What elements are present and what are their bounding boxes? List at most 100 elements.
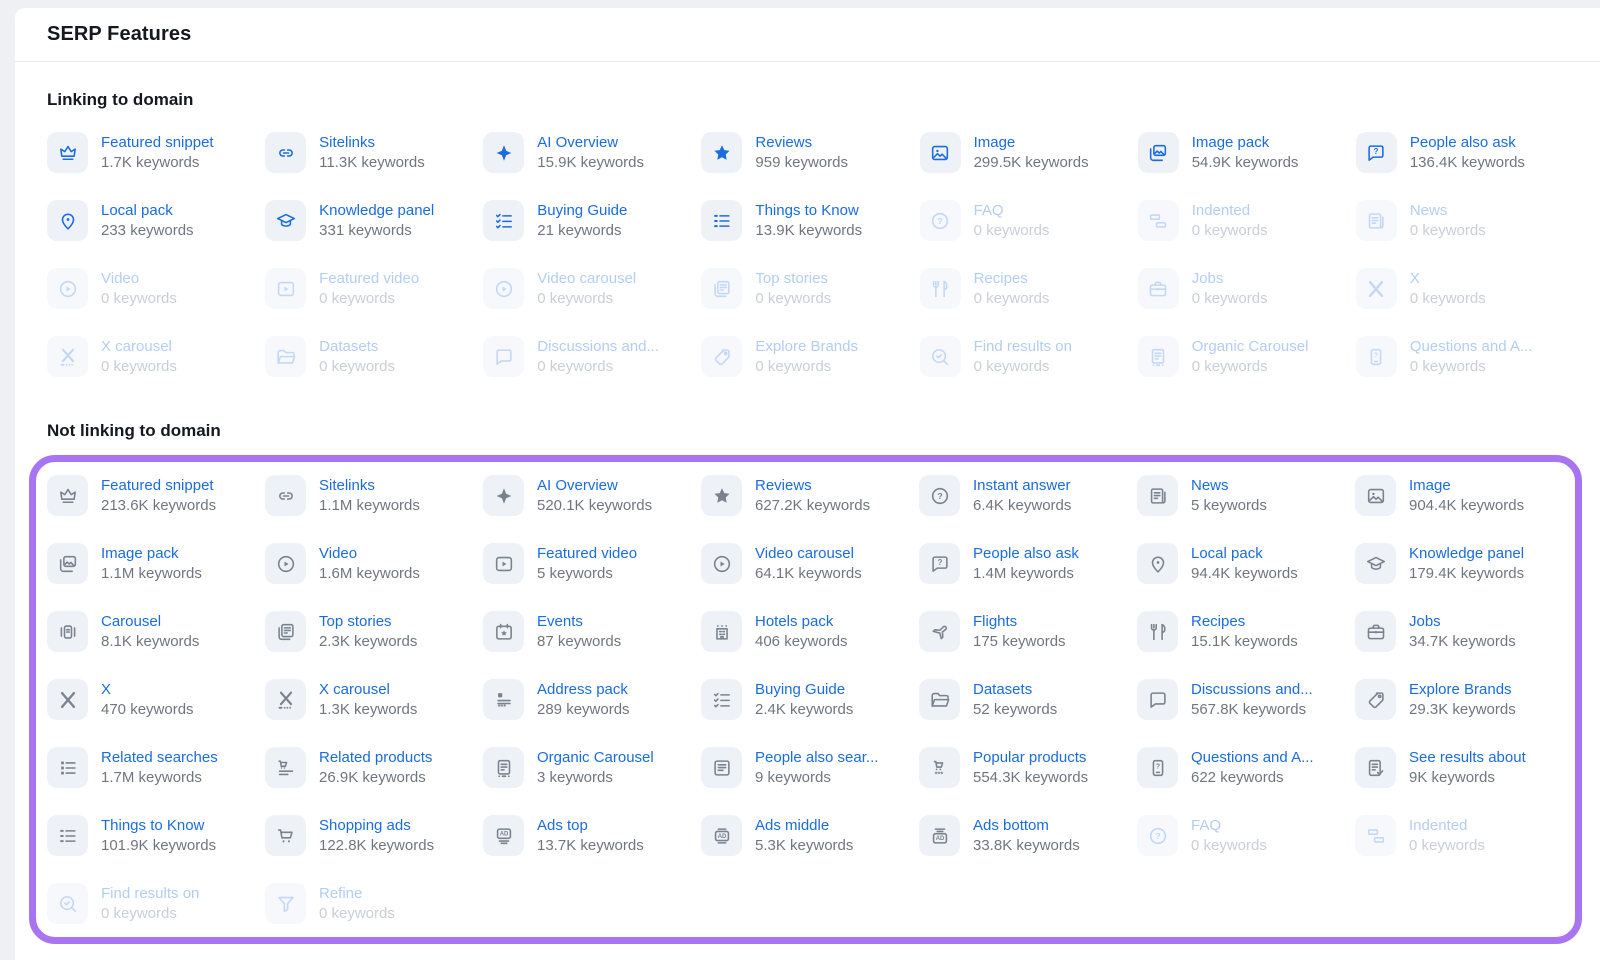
- feature-link[interactable]: Video: [319, 545, 420, 563]
- feature-link[interactable]: Ads bottom: [973, 817, 1080, 835]
- feature-link[interactable]: Carousel: [101, 613, 199, 631]
- feature-link[interactable]: Related searches: [101, 749, 218, 767]
- feature-link[interactable]: Featured video: [537, 545, 637, 563]
- feature-link[interactable]: Popular products: [973, 749, 1088, 767]
- star-icon: [701, 475, 742, 516]
- feature-count: 1.6M keywords: [319, 565, 420, 583]
- feature-count: 34.7K keywords: [1409, 633, 1516, 651]
- link-icon: [265, 132, 306, 173]
- feature-link[interactable]: AI Overview: [537, 134, 644, 152]
- feature-link[interactable]: X: [101, 681, 194, 699]
- cart-list-icon: [265, 747, 306, 788]
- feature-link[interactable]: Knowledge panel: [319, 202, 434, 220]
- feature-link[interactable]: Things to Know: [755, 202, 862, 220]
- feature-text: Recipes15.1K keywords: [1191, 613, 1298, 651]
- feature-link[interactable]: Image pack: [101, 545, 202, 563]
- feature-count: 13.9K keywords: [755, 222, 862, 240]
- plane-icon: [919, 611, 960, 652]
- feature-link[interactable]: Events: [537, 613, 621, 631]
- feature-text: Ads bottom33.8K keywords: [973, 817, 1080, 855]
- x-carousel-icon: [47, 336, 88, 377]
- feature-count: 136.4K keywords: [1410, 154, 1525, 172]
- svg-text:?: ?: [1155, 763, 1159, 770]
- feature-link[interactable]: Featured snippet: [101, 134, 214, 152]
- feature-text: Address pack 289 keywords: [537, 681, 630, 719]
- page-icon: [701, 747, 742, 788]
- svg-text:***: ***: [497, 701, 506, 710]
- page-title: SERP Features: [47, 23, 191, 46]
- feature-related-products: Related products26.9K keywords: [265, 747, 477, 788]
- feature-link[interactable]: Image: [1409, 477, 1524, 495]
- feature-link[interactable]: Ads middle: [755, 817, 853, 835]
- feature-link[interactable]: Recipes: [1191, 613, 1298, 631]
- feature-link[interactable]: Organic Carousel: [537, 749, 654, 767]
- feature-link[interactable]: AI Overview: [537, 477, 652, 495]
- feature-link[interactable]: Instant answer: [973, 477, 1071, 495]
- feature-link[interactable]: Buying Guide: [537, 202, 627, 220]
- feature-link[interactable]: Address pack: [537, 681, 630, 699]
- feature-link: Video: [101, 270, 177, 288]
- feature-link[interactable]: Buying Guide: [755, 681, 853, 699]
- feature-link[interactable]: Knowledge panel: [1409, 545, 1524, 563]
- feature-text: Ads top13.7K keywords: [537, 817, 644, 855]
- feature-ads-bottom: ADAds bottom33.8K keywords: [919, 815, 1131, 856]
- feature-text: Buying Guide21 keywords: [537, 202, 627, 240]
- ai-sparkle-icon: [483, 475, 524, 516]
- feature-text: News0 keywords: [1410, 202, 1486, 240]
- feature-link[interactable]: Related products: [319, 749, 432, 767]
- feature-link[interactable]: Hotels pack: [755, 613, 848, 631]
- feature-link[interactable]: Discussions and...: [1191, 681, 1313, 699]
- feature-link[interactable]: Local pack: [1191, 545, 1298, 563]
- feature-link[interactable]: Sitelinks: [319, 477, 420, 495]
- feature-link[interactable]: News: [1191, 477, 1267, 495]
- feature-address-pack: *** Address pack 289 keywords: [483, 679, 695, 720]
- feature-link[interactable]: Explore Brands: [1409, 681, 1516, 699]
- feature-link[interactable]: People also sear...: [755, 749, 878, 767]
- feature-count: 9 keywords: [755, 769, 878, 787]
- feature-link[interactable]: People also ask: [1410, 134, 1525, 152]
- feature-text: AI Overview520.1K keywords: [537, 477, 652, 515]
- feature-link: Find results on: [974, 338, 1072, 356]
- feature-link[interactable]: Things to Know: [101, 817, 216, 835]
- cart-icon: [265, 815, 306, 856]
- feature-count: 0 keywords: [319, 905, 395, 923]
- svg-text:?: ?: [937, 215, 942, 225]
- feature-link[interactable]: People also ask: [973, 545, 1079, 563]
- question-circle-icon: ?: [919, 475, 960, 516]
- bullet-list-icon: [47, 815, 88, 856]
- feature-count: 0 keywords: [101, 358, 177, 376]
- feature-link[interactable]: See results about: [1409, 749, 1526, 767]
- feature-link[interactable]: Shopping ads: [319, 817, 434, 835]
- feature-text: Find results on0 keywords: [101, 885, 199, 923]
- feature-link[interactable]: Video carousel: [755, 545, 862, 563]
- feature-link[interactable]: Image pack: [1192, 134, 1299, 152]
- feature-link[interactable]: Reviews: [755, 477, 870, 495]
- feature-count: 87 keywords: [537, 633, 621, 651]
- feature-text: X470 keywords: [101, 681, 194, 719]
- feature-count: 2.3K keywords: [319, 633, 417, 651]
- feature-link[interactable]: X carousel: [319, 681, 417, 699]
- feature-count: 289 keywords: [537, 701, 630, 719]
- feature-link: Recipes: [974, 270, 1050, 288]
- question-bubble-icon: ?: [1356, 132, 1397, 173]
- feature-link[interactable]: Questions and A...: [1191, 749, 1314, 767]
- feature-text: Related products26.9K keywords: [319, 749, 432, 787]
- feature-link[interactable]: Featured snippet: [101, 477, 216, 495]
- feature-text: News5 keywords: [1191, 477, 1267, 515]
- feature-text: Jobs 34.7K keywords: [1409, 613, 1516, 651]
- feature-count: 0 keywords: [537, 358, 659, 376]
- feature-link[interactable]: Local pack: [101, 202, 194, 220]
- feature-link[interactable]: Ads top: [537, 817, 644, 835]
- play-square-icon: [483, 543, 524, 584]
- feature-link: Indented: [1192, 202, 1268, 220]
- feature-text: Local pack94.4K keywords: [1191, 545, 1298, 583]
- feature-link[interactable]: Sitelinks: [319, 134, 425, 152]
- feature-link[interactable]: Datasets: [973, 681, 1057, 699]
- feature-see-results-about: See results about9K keywords: [1355, 747, 1567, 788]
- feature-link[interactable]: Top stories: [319, 613, 417, 631]
- feature-link: Jobs: [1192, 270, 1268, 288]
- feature-link[interactable]: Image: [974, 134, 1089, 152]
- feature-link[interactable]: Flights: [973, 613, 1066, 631]
- feature-link[interactable]: Jobs: [1409, 613, 1516, 631]
- feature-link[interactable]: Reviews: [755, 134, 848, 152]
